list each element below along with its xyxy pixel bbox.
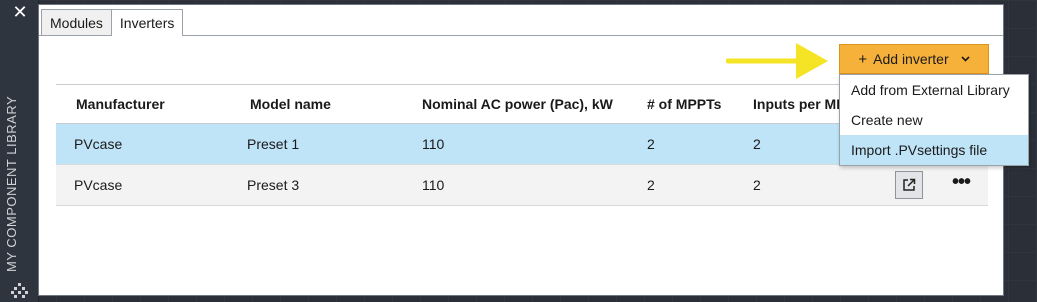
- tab-modules[interactable]: Modules: [41, 9, 112, 35]
- cell-mppts: 2: [647, 177, 655, 193]
- column-header-mppts[interactable]: # of MPPTs: [647, 96, 743, 112]
- tab-divider: [39, 35, 1003, 36]
- cell-manufacturer: PVcase: [74, 177, 123, 193]
- cell-mppts: 2: [647, 136, 655, 152]
- palette-side-strip: ✕ MY COMPONENT LIBRARY: [0, 0, 39, 302]
- menu-item-create-new[interactable]: Create new: [840, 105, 1028, 135]
- cell-manufacturer: PVcase: [74, 136, 123, 152]
- menu-item-add-from-external-library[interactable]: Add from External Library: [840, 75, 1028, 105]
- chevron-down-icon: [961, 53, 970, 65]
- cell-model-name: Preset 1: [247, 136, 300, 152]
- cell-inputs-per-mppt: 2: [753, 177, 761, 193]
- add-inverter-label: Add inverter: [873, 51, 949, 67]
- add-inverter-menu: Add from External Library Create new Imp…: [839, 74, 1029, 166]
- column-header-manufacturer[interactable]: Manufacturer: [76, 96, 226, 112]
- cell-nominal-ac-power: 110: [422, 177, 445, 193]
- tab-bar: Modules Inverters: [41, 9, 184, 36]
- table-row[interactable]: PVcase Preset 3 110 2 2 •••: [56, 165, 988, 206]
- close-icon[interactable]: ✕: [12, 3, 28, 21]
- cell-nominal-ac-power: 110: [422, 136, 445, 152]
- more-options-icon[interactable]: •••: [946, 171, 976, 199]
- column-header-inputs-per-mppt[interactable]: Inputs per MPPT: [753, 96, 839, 112]
- open-external-icon[interactable]: [895, 171, 923, 199]
- grip-icon[interactable]: [11, 282, 29, 300]
- cell-model-name: Preset 3: [247, 177, 300, 193]
- column-header-model-name[interactable]: Model name: [250, 96, 410, 112]
- plus-icon: +: [858, 50, 868, 68]
- column-header-nominal-ac-power[interactable]: Nominal AC power (Pac), kW: [422, 96, 637, 112]
- menu-item-import-pvsettings[interactable]: Import .PVsettings file: [840, 135, 1028, 165]
- cell-inputs-per-mppt: 2: [753, 136, 761, 152]
- palette-title: MY COMPONENT LIBRARY: [4, 95, 19, 272]
- tab-inverters[interactable]: Inverters: [110, 9, 184, 36]
- add-inverter-button[interactable]: + Add inverter: [839, 44, 989, 74]
- annotation-arrow-icon: [725, 40, 832, 87]
